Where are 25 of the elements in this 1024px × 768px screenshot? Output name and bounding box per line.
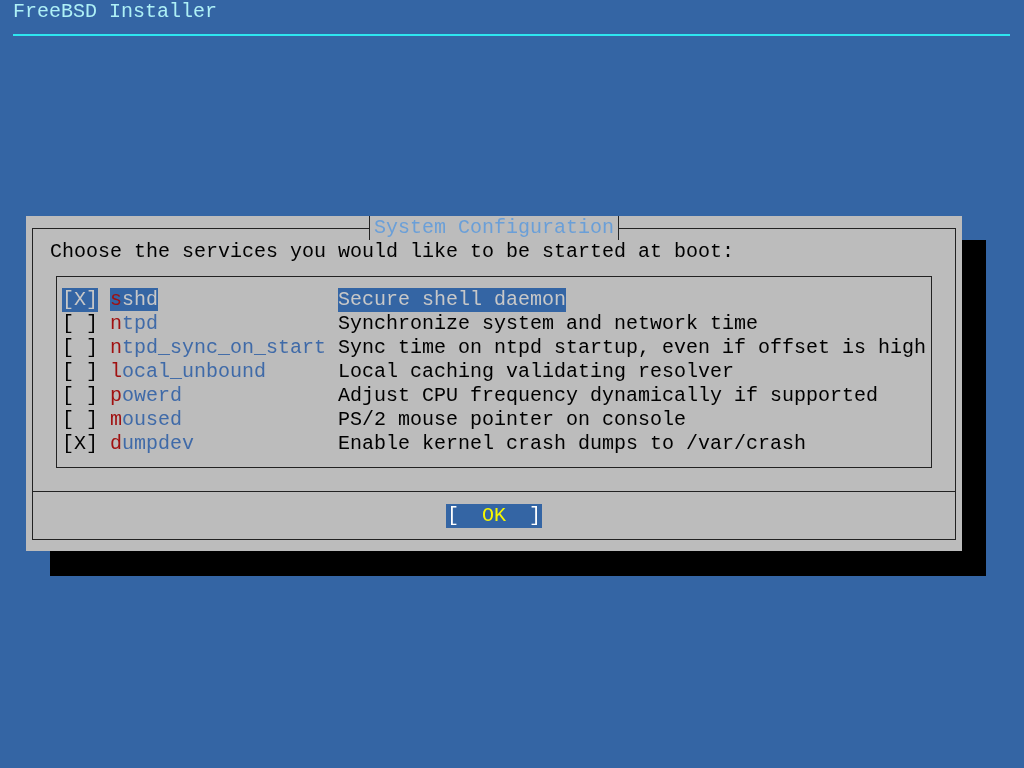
service-name[interactable]: ntpd (110, 312, 159, 335)
checkbox[interactable]: [ ] (62, 336, 98, 360)
service-description: Secure shell daemon (338, 288, 567, 312)
service-description: Enable kernel crash dumps to /var/crash (338, 432, 807, 456)
service-name[interactable]: dumpdev (110, 432, 195, 455)
service-description: Sync time on ntpd startup, even if offset is high (338, 336, 927, 360)
service-description: Adjust CPU frequency dynamically if supported (338, 384, 879, 408)
checkbox[interactable]: [X] (62, 288, 98, 312)
service-description: PS/2 mouse pointer on console (338, 408, 687, 432)
prompt-text: Choose the services you would like to be started at boot: (50, 240, 735, 264)
dialog-title: System Configuration (368, 216, 619, 240)
service-name[interactable]: sshd (110, 288, 159, 311)
service-name[interactable]: moused (110, 408, 183, 431)
checkbox[interactable]: [X] (62, 432, 98, 456)
service-description: Local caching validating resolver (338, 360, 735, 384)
checkbox[interactable]: [ ] (62, 384, 98, 408)
service-name[interactable]: ntpd_sync_on_start (110, 336, 327, 359)
checkbox[interactable]: [ ] (62, 408, 98, 432)
checkbox[interactable]: [ ] (62, 360, 98, 384)
service-name[interactable]: powerd (110, 384, 183, 407)
service-description: Synchronize system and network time (338, 312, 759, 336)
checkbox[interactable]: [ ] (62, 312, 98, 336)
service-name[interactable]: local_unbound (110, 360, 267, 383)
installer-title: FreeBSD Installer (13, 0, 218, 24)
ok-button[interactable]: [ OK ] (446, 503, 542, 528)
